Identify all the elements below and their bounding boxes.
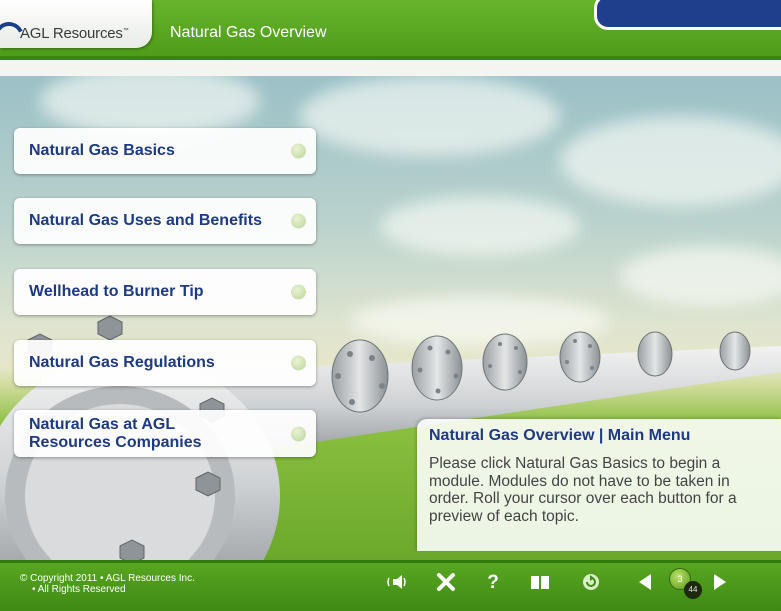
page-total: 44 (684, 581, 702, 599)
menu-button-uses-and-benefits[interactable]: Natural Gas Uses and Benefits (14, 198, 316, 244)
menu-button-label: Natural Gas at AGL Resources Companies (29, 415, 202, 451)
info-panel: Natural Gas Overview | Main Menu Please … (417, 419, 781, 551)
svg-text:?: ? (487, 572, 499, 592)
menu-button-natural-gas-basics[interactable]: Natural Gas Basics (14, 128, 316, 174)
exit-button[interactable] (436, 572, 456, 592)
help-button[interactable]: ? (485, 572, 501, 592)
info-title: Natural Gas Overview | Main Menu (429, 427, 691, 444)
help-icon: ? (487, 572, 499, 592)
audio-icon (387, 575, 406, 589)
audio-button[interactable] (387, 573, 409, 591)
company-logo: AGL Resources™ (0, 0, 152, 57)
previous-button[interactable] (637, 572, 653, 592)
status-dot-icon (291, 143, 306, 159)
replay-button[interactable] (581, 572, 601, 592)
book-icon (531, 576, 549, 589)
copyright-line-1: © Copyright 2011 • AGL Resources Inc. (20, 573, 195, 584)
next-button[interactable] (712, 572, 728, 592)
header-bar: AGL Resources™ Natural Gas Overview (0, 0, 781, 60)
header-panel (594, 0, 781, 30)
glossary-button[interactable] (530, 574, 550, 590)
status-dot-icon (291, 355, 306, 371)
menu-button-label: Natural Gas Basics (29, 142, 175, 159)
menu-button-label: Wellhead to Burner Tip (29, 283, 204, 300)
status-dot-icon (291, 426, 306, 441)
menu-button-label: Natural Gas Uses and Benefits (29, 212, 262, 229)
refresh-icon (583, 574, 599, 590)
course-title: Natural Gas Overview (170, 24, 327, 41)
footer-divider (0, 560, 781, 563)
logo-text: AGL Resources (20, 25, 123, 42)
status-dot-icon (291, 213, 306, 229)
menu-button-label: Natural Gas Regulations (29, 354, 215, 371)
menu-button-regulations[interactable]: Natural Gas Regulations (14, 340, 316, 386)
menu-button-agl-resources-companies[interactable]: Natural Gas at AGL Resources Companies (14, 410, 316, 457)
copyright-line-2: • All Rights Reserved (32, 584, 126, 595)
exit-icon (437, 573, 455, 591)
menu-button-wellhead-to-burner-tip[interactable]: Wellhead to Burner Tip (14, 269, 316, 315)
logo-trademark: ™ (122, 28, 129, 34)
copyright-text: © Copyright 2011 • AGL Resources Inc. • … (20, 573, 195, 595)
header-divider (0, 56, 781, 60)
next-icon (714, 574, 726, 590)
previous-icon (639, 574, 651, 590)
status-dot-icon (291, 284, 306, 300)
info-body: Please click Natural Gas Basics to begin… (429, 455, 737, 525)
